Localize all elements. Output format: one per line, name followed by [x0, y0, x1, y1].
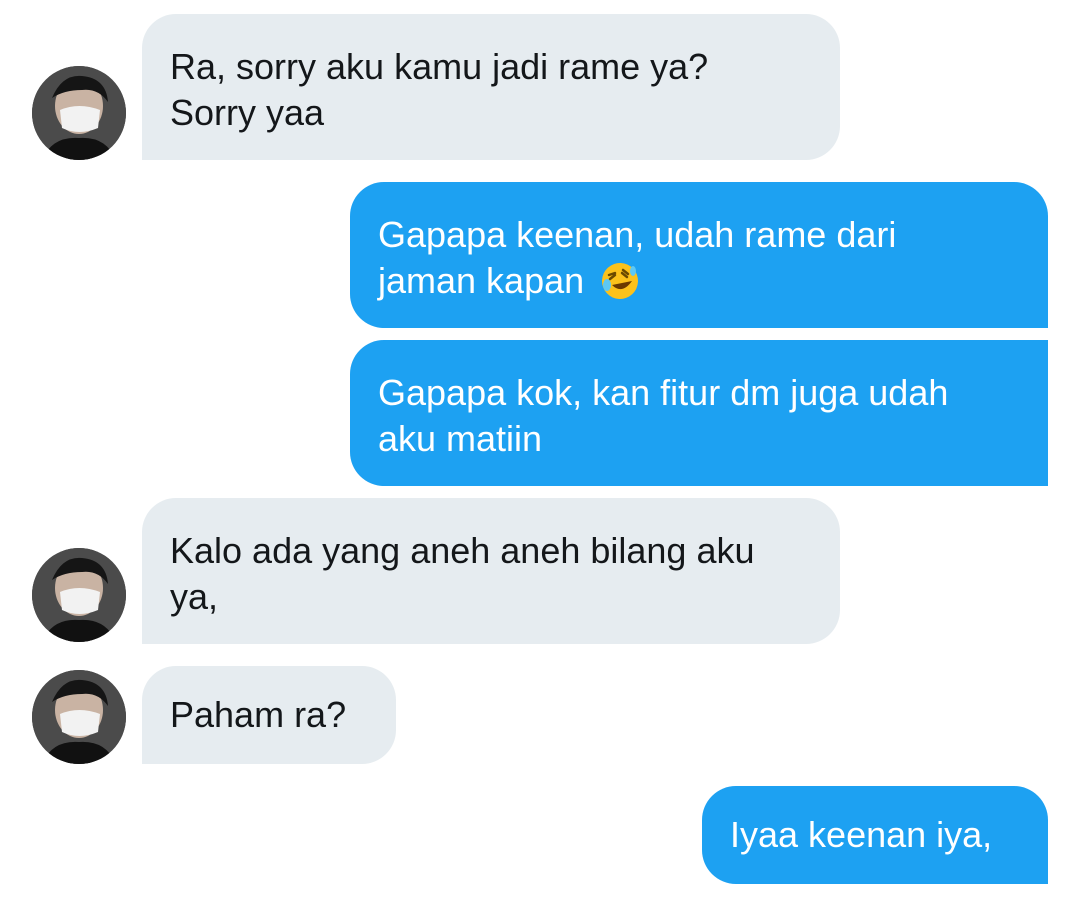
- message-text: ya,: [170, 576, 219, 617]
- avatar-image: [32, 548, 126, 642]
- sent-message-bubble[interactable]: Gapapa kok, kan fitur dm juga udah aku m…: [350, 340, 1048, 486]
- message-text: Paham ra?: [170, 694, 347, 735]
- message-text: Kalo ada yang aneh aneh bilang aku: [170, 530, 755, 571]
- avatar[interactable]: [32, 548, 126, 642]
- sent-message-bubble[interactable]: Gapapa keenan, udah rame dari jaman kapa…: [350, 182, 1048, 328]
- avatar-image: [32, 66, 126, 160]
- sent-message-bubble[interactable]: Iyaa keenan iya,: [702, 786, 1048, 884]
- message-text: Gapapa keenan, udah rame dari: [378, 214, 897, 255]
- rolling-on-floor-laughing-emoji: [600, 261, 640, 312]
- avatar[interactable]: [32, 66, 126, 160]
- avatar-image: [32, 670, 126, 764]
- avatar[interactable]: [32, 670, 126, 764]
- received-message-bubble[interactable]: Paham ra?: [142, 666, 396, 764]
- message-text: jaman kapan: [378, 260, 585, 301]
- received-message-bubble[interactable]: Kalo ada yang aneh aneh bilang aku ya,: [142, 498, 840, 644]
- message-text: Sorry yaa: [170, 92, 325, 133]
- message-text: Ra, sorry aku kamu jadi rame ya?: [170, 46, 709, 87]
- message-text: Iyaa keenan iya,: [730, 814, 993, 855]
- message-text: Gapapa kok, kan fitur dm juga udah: [378, 372, 949, 413]
- message-text: aku matiin: [378, 418, 543, 459]
- received-message-bubble[interactable]: Ra, sorry aku kamu jadi rame ya? Sorry y…: [142, 14, 840, 160]
